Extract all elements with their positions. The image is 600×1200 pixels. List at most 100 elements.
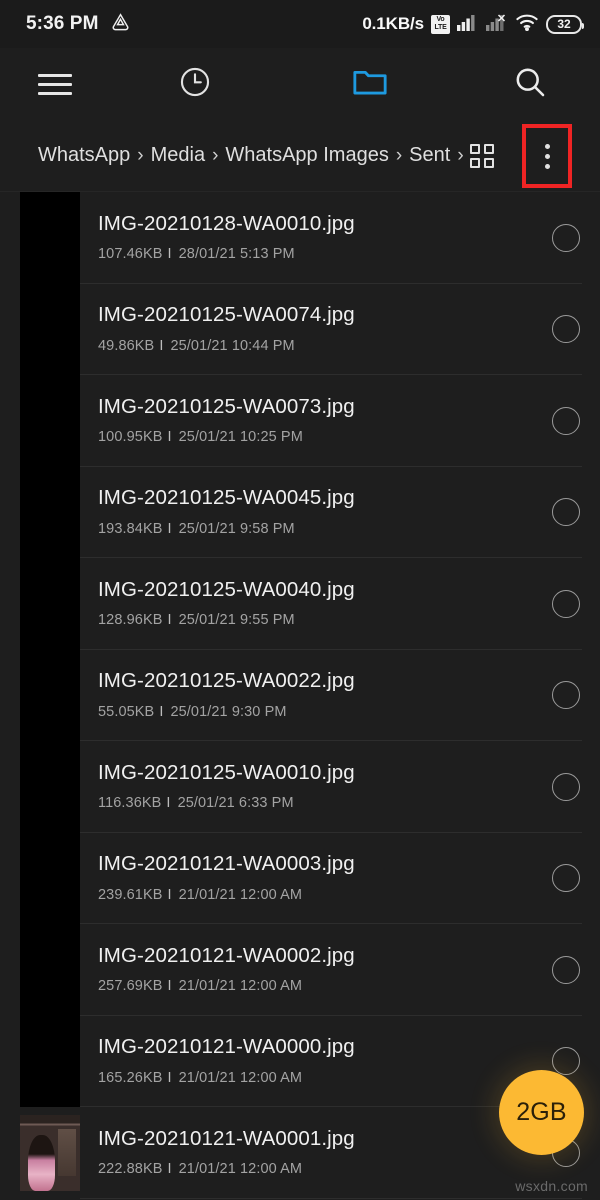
- folder-tab-button[interactable]: [280, 48, 460, 120]
- file-row[interactable]: IMG-20210125-WA0022.jpg 55.05KB I 25/01/21 …: [0, 649, 600, 741]
- storage-fab-label: 2GB: [516, 1098, 567, 1126]
- file-row[interactable]: IMG-20210125-WA0045.jpg 193.84KB I 25/01/21…: [0, 466, 600, 558]
- file-thumbnail[interactable]: [20, 741, 80, 833]
- search-button[interactable]: [460, 48, 600, 120]
- file-name: IMG-20210121-WA0003.jpg: [98, 852, 355, 876]
- meta-separator: I: [167, 520, 172, 537]
- file-date: 21/01/21 12:00 AM: [178, 1161, 303, 1178]
- file-select-checkbox[interactable]: [552, 406, 580, 435]
- breadcrumb-separator-icon: ›: [457, 144, 464, 166]
- breadcrumb-item[interactable]: WhatsApp: [38, 144, 130, 167]
- search-icon: [513, 65, 547, 104]
- file-info: IMG-20210121-WA0001.jpg 222.88KB I 21/01/21…: [98, 1107, 510, 1199]
- meta-separator: I: [167, 246, 172, 263]
- file-name: IMG-20210128-WA0010.jpg: [98, 211, 355, 235]
- file-select-checkbox[interactable]: [552, 315, 580, 344]
- file-size: 222.88KB: [98, 1161, 163, 1178]
- file-select-checkbox[interactable]: [552, 498, 580, 527]
- network-speed-label: 0.1KB/s: [362, 14, 424, 33]
- file-size: 55.05KB: [98, 703, 155, 720]
- file-row[interactable]: IMG-20210121-WA0003.jpg 239.61KB I 21/01/21…: [0, 832, 600, 925]
- file-info: IMG-20210125-WA0040.jpg 128.96KB I 25/01/21…: [98, 558, 510, 650]
- breadcrumb-item[interactable]: Sent: [409, 144, 450, 167]
- file-name: IMG-20210125-WA0045.jpg: [98, 486, 355, 510]
- file-date: 21/01/21 12:00 AM: [178, 1069, 303, 1086]
- file-size: 100.95KB: [98, 429, 163, 446]
- meta-separator: I: [167, 1161, 172, 1178]
- file-select-checkbox[interactable]: [552, 681, 580, 710]
- wifi-icon: [515, 13, 539, 36]
- breadcrumb-item[interactable]: Media: [151, 144, 205, 167]
- meta-separator: I: [167, 1069, 172, 1086]
- meta-separator: I: [159, 703, 164, 720]
- file-manager-screen: 5:36 PM 0.1KB/s Vo LTE 32 WhatsApp › Med…: [0, 0, 600, 1200]
- breadcrumb[interactable]: WhatsApp › Media › WhatsApp Images › Sent ›: [38, 144, 471, 167]
- battery-indicator: 32: [546, 14, 584, 34]
- overflow-dot: [544, 163, 550, 169]
- file-name: IMG-20210125-WA0074.jpg: [98, 303, 355, 327]
- file-select-checkbox[interactable]: [552, 1047, 580, 1076]
- file-size: 193.84KB: [98, 520, 163, 537]
- meta-separator: I: [167, 429, 172, 446]
- file-info: IMG-20210121-WA0003.jpg 239.61KB I 21/01/21…: [98, 833, 510, 925]
- grid-view-icon[interactable]: [470, 144, 494, 168]
- breadcrumb-separator-icon: ›: [395, 144, 403, 166]
- file-date: 25/01/21 9:58 PM: [178, 520, 295, 537]
- meta-separator: I: [159, 337, 164, 354]
- file-date: 28/01/21 5:13 PM: [178, 246, 295, 263]
- file-date: 25/01/21 9:30 PM: [170, 703, 287, 720]
- breadcrumb-separator-icon: ›: [137, 144, 144, 166]
- file-thumbnail[interactable]: [20, 1015, 80, 1107]
- breadcrumb-bar: WhatsApp › Media › WhatsApp Images › Sent ›: [0, 120, 600, 192]
- file-select-checkbox[interactable]: [552, 223, 580, 252]
- file-row[interactable]: IMG-20210128-WA0010.jpg 107.46KB I 28/01/21…: [0, 192, 600, 284]
- volte-top-text: Vo: [436, 16, 445, 23]
- file-meta: 116.36KB I 25/01/21 6:33 PM: [98, 796, 510, 811]
- file-thumbnail[interactable]: [20, 924, 80, 1016]
- file-select-checkbox[interactable]: [552, 864, 580, 893]
- file-select-checkbox[interactable]: [552, 589, 580, 618]
- file-select-checkbox[interactable]: [552, 955, 580, 984]
- file-meta: 222.88KB I 21/01/21 12:00 AM: [98, 1162, 510, 1177]
- file-info: IMG-20210121-WA0000.jpg 165.26KB I 21/01/21…: [98, 1016, 510, 1108]
- file-name: IMG-20210121-WA0001.jpg: [98, 1126, 355, 1150]
- file-date: 25/01/21 10:25 PM: [178, 429, 303, 446]
- file-row[interactable]: IMG-20210125-WA0040.jpg 128.96KB I 25/01/21…: [0, 558, 600, 650]
- file-meta: 193.84KB I 25/01/21 9:58 PM: [98, 522, 510, 537]
- meta-separator: I: [166, 795, 171, 812]
- file-thumbnail[interactable]: [20, 466, 80, 558]
- file-row[interactable]: IMG-20210125-WA0073.jpg 100.95KB I 25/01/21…: [0, 375, 600, 467]
- file-select-checkbox[interactable]: [552, 772, 580, 801]
- file-thumbnail[interactable]: [20, 649, 80, 741]
- file-thumbnail[interactable]: [20, 375, 80, 467]
- drive-triangle-icon: [110, 11, 131, 37]
- file-thumbnail[interactable]: [20, 192, 80, 284]
- breadcrumb-actions: [470, 120, 600, 192]
- file-row[interactable]: IMG-20210125-WA0074.jpg 49.86KB I 25/01/21 …: [0, 283, 600, 376]
- file-row[interactable]: IMG-20210121-WA0002.jpg 257.69KB I 21/01/21…: [0, 924, 600, 1016]
- meta-separator: I: [167, 612, 172, 629]
- file-info: IMG-20210125-WA0074.jpg 49.86KB I 25/01/21 …: [98, 284, 510, 376]
- volte-bottom-text: LTE: [434, 24, 447, 31]
- file-size: 128.96KB: [98, 612, 163, 629]
- breadcrumb-item[interactable]: WhatsApp Images: [225, 144, 388, 167]
- recent-files-button[interactable]: [110, 48, 280, 120]
- storage-fab-button[interactable]: 2GB: [499, 1070, 584, 1155]
- file-info: IMG-20210125-WA0073.jpg 100.95KB I 25/01/21…: [98, 375, 510, 467]
- file-thumbnail[interactable]: [20, 832, 80, 924]
- file-name: IMG-20210125-WA0073.jpg: [98, 394, 355, 418]
- overflow-dot: [544, 153, 550, 159]
- hamburger-menu-button[interactable]: [0, 48, 110, 120]
- file-info: IMG-20210128-WA0010.jpg 107.46KB I 28/01/21…: [98, 192, 510, 284]
- file-row[interactable]: IMG-20210125-WA0010.jpg 116.36KB I 25/01/21…: [0, 741, 600, 833]
- file-thumbnail[interactable]: [20, 283, 80, 375]
- file-meta: 55.05KB I 25/01/21 9:30 PM: [98, 705, 510, 720]
- file-date: 21/01/21 12:00 AM: [178, 978, 303, 995]
- file-thumbnail[interactable]: [20, 1115, 80, 1191]
- file-list[interactable]: IMG-20210128-WA0010.jpg 107.46KB I 28/01/21…: [0, 192, 600, 1200]
- file-size: 49.86KB: [98, 337, 155, 354]
- signal-bars-icon: [457, 13, 479, 36]
- more-vertical-icon[interactable]: [522, 124, 572, 188]
- file-thumbnail[interactable]: [20, 558, 80, 650]
- breadcrumb-separator-icon: ›: [212, 144, 219, 166]
